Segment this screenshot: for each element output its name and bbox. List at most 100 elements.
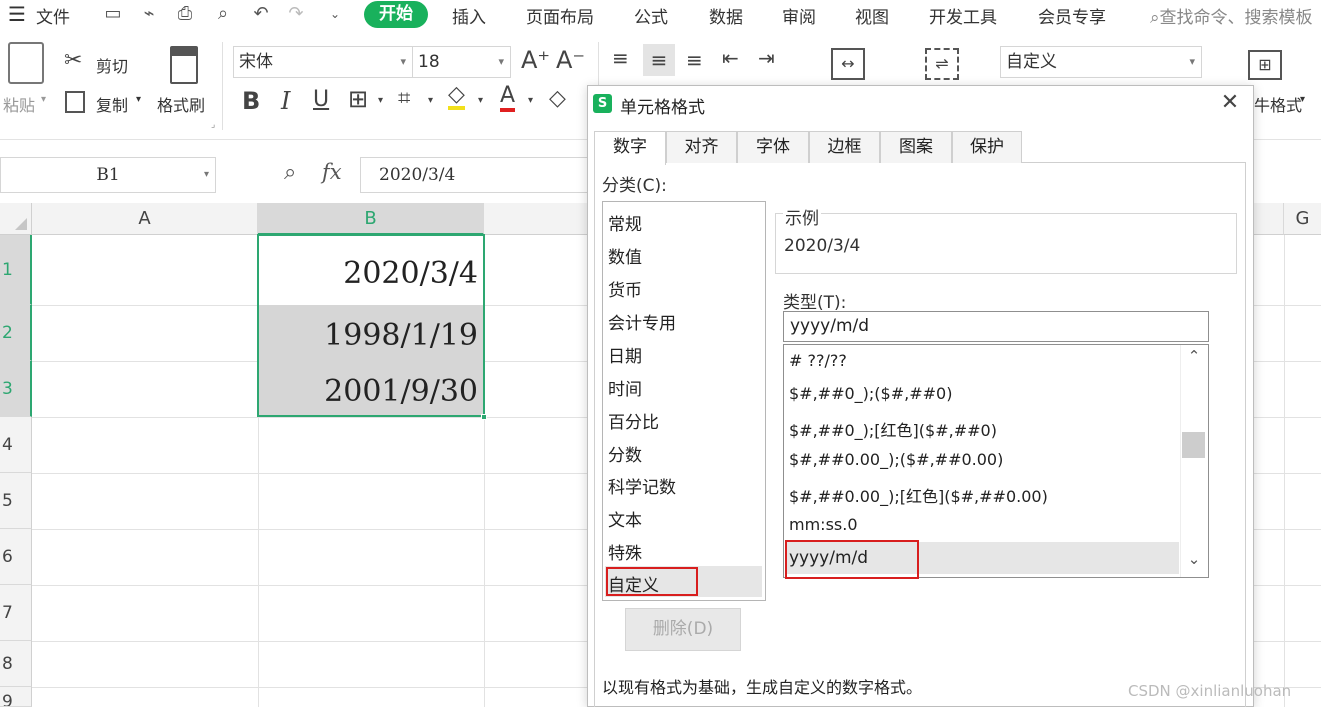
- underline-icon[interactable]: U: [313, 87, 329, 112]
- category-item[interactable]: 科学记数: [608, 473, 676, 498]
- search-command-input[interactable]: ⌕查找命令、搜索模板: [1150, 3, 1313, 28]
- cell-style-icon[interactable]: ⌗: [398, 86, 410, 111]
- fill-handle[interactable]: [481, 414, 487, 420]
- type-list-item[interactable]: $#,##0.00_);($#,##0.00): [789, 450, 1003, 469]
- category-item[interactable]: 数值: [608, 243, 642, 268]
- name-box[interactable]: B1 ▾: [0, 157, 216, 193]
- tab-data[interactable]: 数据: [709, 3, 743, 28]
- close-icon[interactable]: ✕: [1216, 89, 1244, 117]
- customize-arrow-icon[interactable]: ⌄: [324, 4, 346, 24]
- align-middle-icon[interactable]: ≡: [643, 44, 675, 76]
- column-header-a[interactable]: A: [32, 203, 258, 235]
- font-name-select[interactable]: 宋体 ▾: [233, 46, 413, 78]
- type-list-item[interactable]: $#,##0.00_);[红色]($#,##0.00): [789, 483, 1048, 507]
- tab-page-layout[interactable]: 页面布局: [526, 3, 594, 28]
- type-list-scrollbar[interactable]: [1180, 345, 1208, 577]
- clear-format-icon[interactable]: ◇: [549, 86, 566, 111]
- bold-icon[interactable]: B: [242, 87, 260, 115]
- undo-icon[interactable]: ↶: [250, 4, 272, 24]
- export-icon[interactable]: ⌁: [138, 4, 160, 24]
- italic-icon[interactable]: I: [281, 87, 290, 115]
- cell-format-arrow-icon[interactable]: ▾: [1300, 94, 1305, 105]
- print-preview-icon[interactable]: ⌕: [212, 4, 234, 24]
- hamburger-icon[interactable]: ☰: [8, 2, 26, 26]
- table-style-icon[interactable]: ⊞: [1248, 50, 1282, 80]
- redo-icon[interactable]: ↷: [285, 4, 307, 24]
- category-item[interactable]: 特殊: [608, 539, 642, 564]
- tab-review[interactable]: 审阅: [782, 3, 816, 28]
- format-painter-button[interactable]: 格式刷: [157, 92, 205, 116]
- tab-insert[interactable]: 插入: [452, 3, 486, 28]
- row-header-1[interactable]: 1: [0, 235, 32, 305]
- tab-formula[interactable]: 公式: [634, 3, 668, 28]
- copy-arrow-icon[interactable]: ▾: [136, 94, 141, 105]
- row-header-4[interactable]: 4: [0, 417, 32, 473]
- save-icon[interactable]: ▭: [102, 4, 124, 24]
- row-header-7[interactable]: 7: [0, 585, 32, 641]
- tab-alignment[interactable]: 对齐: [666, 131, 737, 163]
- scroll-down-icon[interactable]: ⌄: [1180, 550, 1208, 574]
- category-item[interactable]: 文本: [608, 506, 642, 531]
- category-item[interactable]: 日期: [608, 342, 642, 367]
- tab-font[interactable]: 字体: [737, 131, 809, 163]
- delete-button[interactable]: 删除(D): [625, 608, 741, 651]
- number-format-select[interactable]: 自定义 ▾: [1000, 46, 1202, 78]
- row-header-8[interactable]: 8: [0, 641, 32, 687]
- wrap-text-icon[interactable]: ⇌: [925, 48, 959, 80]
- tab-border[interactable]: 边框: [809, 131, 880, 163]
- select-all-corner[interactable]: [0, 203, 32, 235]
- paste-arrow-icon[interactable]: ▾: [41, 94, 46, 105]
- type-list-item[interactable]: $#,##0_);($#,##0): [789, 384, 952, 403]
- align-bottom-icon[interactable]: ≡: [686, 48, 703, 72]
- decrease-indent-icon[interactable]: ⇤: [722, 46, 739, 70]
- clipboard-expand-icon[interactable]: ⌟: [211, 120, 215, 130]
- row-header-5[interactable]: 5: [0, 473, 32, 529]
- tab-protection[interactable]: 保护: [952, 131, 1022, 163]
- row-header-3[interactable]: 3: [0, 361, 32, 417]
- row-header-9[interactable]: 9: [0, 687, 32, 707]
- tab-view[interactable]: 视图: [855, 3, 889, 28]
- fill-color-icon[interactable]: ◇: [448, 84, 465, 110]
- formula-input[interactable]: 2020/3/4: [360, 157, 600, 193]
- row-header-2[interactable]: 2: [0, 305, 32, 361]
- increase-font-icon[interactable]: A⁺: [521, 46, 550, 74]
- merge-cells-icon[interactable]: ↔: [831, 48, 865, 80]
- tab-start[interactable]: 开始: [364, 1, 428, 28]
- category-item[interactable]: 货币: [608, 276, 642, 301]
- column-header-b[interactable]: B: [258, 203, 484, 235]
- category-item[interactable]: 时间: [608, 375, 642, 400]
- increase-indent-icon[interactable]: ⇥: [758, 46, 775, 70]
- tab-developer[interactable]: 开发工具: [929, 3, 997, 28]
- cell-style-arrow-icon[interactable]: ▾: [428, 95, 433, 106]
- copy-button[interactable]: 复制: [96, 92, 128, 116]
- zoom-search-icon[interactable]: ⌕: [284, 160, 296, 185]
- tab-member[interactable]: 会员专享: [1038, 3, 1106, 28]
- type-list-item[interactable]: $#,##0_);[红色]($#,##0): [789, 417, 997, 441]
- type-input[interactable]: yyyy/m/d: [783, 311, 1209, 342]
- type-list-item[interactable]: # ??/??: [789, 351, 847, 370]
- fill-color-arrow-icon[interactable]: ▾: [478, 95, 483, 106]
- row-header-6[interactable]: 6: [0, 529, 32, 585]
- category-item[interactable]: 百分比: [608, 408, 659, 433]
- paste-button[interactable]: 粘贴: [3, 92, 35, 116]
- category-item[interactable]: 分数: [608, 441, 642, 466]
- tab-number[interactable]: 数字: [594, 131, 666, 165]
- column-header-g[interactable]: G: [1284, 203, 1321, 235]
- border-icon[interactable]: ⊞: [348, 85, 368, 113]
- fx-icon[interactable]: fx: [322, 160, 342, 184]
- tab-pattern[interactable]: 图案: [880, 131, 952, 163]
- border-arrow-icon[interactable]: ▾: [378, 95, 383, 106]
- print-icon[interactable]: ⎙: [174, 4, 196, 24]
- scroll-up-icon[interactable]: ⌃: [1180, 347, 1208, 371]
- cut-button[interactable]: 剪切: [96, 53, 128, 77]
- paste-icon[interactable]: [8, 42, 44, 84]
- category-item[interactable]: 常规: [608, 210, 642, 235]
- cell-format-button[interactable]: 牛格式: [1254, 92, 1302, 116]
- scroll-thumb[interactable]: [1182, 432, 1205, 458]
- decrease-font-icon[interactable]: A⁻: [556, 46, 585, 74]
- menu-file[interactable]: 文件: [36, 3, 70, 28]
- font-color-icon[interactable]: A: [500, 84, 516, 112]
- font-color-arrow-icon[interactable]: ▾: [528, 95, 533, 106]
- font-size-select[interactable]: 18 ▾: [412, 46, 511, 78]
- type-list-item[interactable]: mm:ss.0: [789, 515, 858, 534]
